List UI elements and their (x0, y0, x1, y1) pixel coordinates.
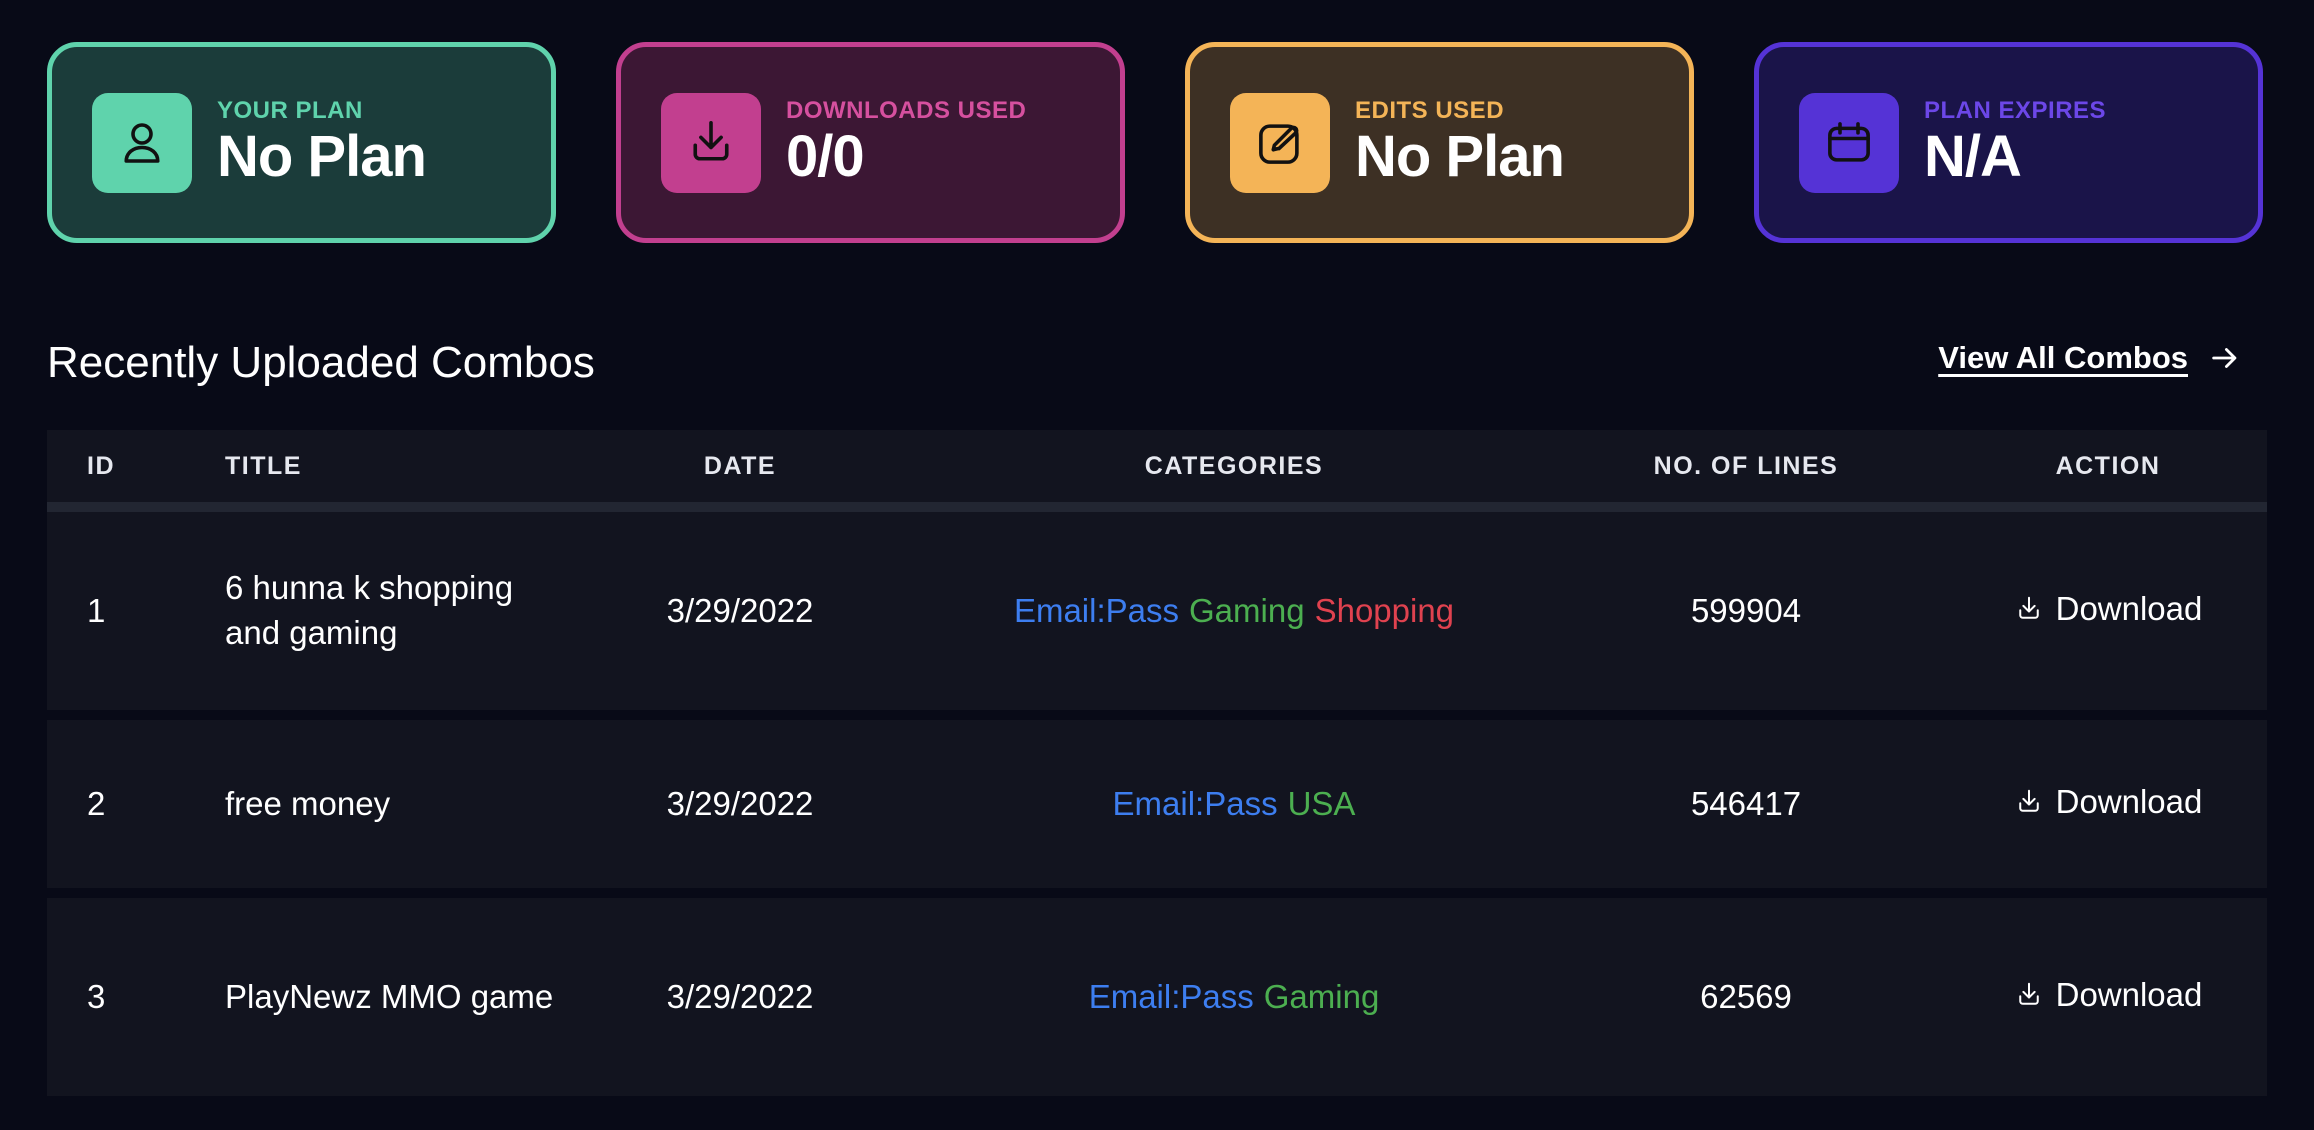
plan-expires-value: N/A (1924, 124, 2022, 190)
user-icon (92, 92, 192, 193)
view-all-combos-link[interactable]: View All Combos (1938, 340, 2242, 376)
download-label: Download (2055, 782, 2203, 820)
row-categories: Email:Pass USA (925, 782, 1543, 827)
row-action: Download (1949, 780, 2267, 829)
download-icon (2018, 596, 2039, 619)
header-title: TITLE (225, 451, 302, 480)
category-tag[interactable]: Shopping (1315, 592, 1454, 629)
calendar-icon (1799, 92, 1899, 193)
row-id: 1 (87, 591, 106, 629)
view-all-combos-label: View All Combos (1938, 340, 2188, 375)
edits-used-card: EDITS USED No Plan (1185, 42, 1694, 243)
row-id: 3 (87, 977, 106, 1015)
row-lines: 62569 (1700, 977, 1792, 1015)
your-plan-label: YOUR PLAN (217, 97, 363, 125)
plan-expires-label: PLAN EXPIRES (1924, 97, 2107, 125)
plan-expires-card: PLAN EXPIRES N/A (1754, 42, 2263, 243)
row-lines: 599904 (1690, 591, 1802, 629)
downloads-used-value: 0/0 (786, 124, 865, 190)
row-date: 3/29/2022 (666, 977, 814, 1015)
download-icon (661, 92, 761, 193)
category-tag[interactable]: Gaming (1189, 592, 1305, 629)
download-icon (2018, 789, 2039, 812)
category-tag[interactable]: Email:Pass (1113, 785, 1278, 822)
row-date: 3/29/2022 (666, 591, 814, 629)
your-plan-card: YOUR PLAN No Plan (47, 42, 556, 243)
category-tag[interactable]: Email:Pass (1014, 592, 1179, 629)
category-tag[interactable]: Email:Pass (1089, 978, 1254, 1015)
download-icon (2018, 982, 2039, 1005)
arrow-right-icon (2212, 348, 2237, 368)
table-row: 1 6 hunna k shopping and gaming 3/29/202… (47, 512, 2267, 710)
stats-row: YOUR PLAN No Plan DOWNLOADS USED 0/0 EDI… (47, 42, 2263, 243)
header-lines: NO. OF LINES (1653, 451, 1839, 480)
row-title: PlayNewz MMO game (225, 977, 554, 1015)
download-label: Download (2055, 589, 2203, 627)
row-lines: 546417 (1690, 784, 1802, 822)
download-label: Download (2055, 975, 2203, 1013)
category-tag[interactable]: Gaming (1264, 978, 1380, 1015)
row-action: Download (1949, 973, 2267, 1022)
row-id: 2 (87, 784, 106, 822)
header-date: DATE (703, 451, 777, 480)
downloads-used-label: DOWNLOADS USED (786, 97, 1027, 125)
edits-used-value: No Plan (1355, 124, 1565, 190)
row-title: 6 hunna k shopping and gaming (225, 569, 514, 651)
edits-used-label: EDITS USED (1355, 97, 1505, 125)
download-button[interactable]: Download (2014, 587, 2203, 632)
header-action: ACTION (2055, 451, 2161, 480)
table-row: 2 free money 3/29/2022 Email:Pass USA 546… (47, 720, 2267, 888)
table-row: 3 PlayNewz MMO game 3/29/2022 Email:Pass… (47, 898, 2267, 1096)
row-date: 3/29/2022 (666, 784, 814, 822)
header-id: ID (87, 451, 115, 480)
your-plan-value: No Plan (217, 124, 427, 190)
section-title: Recently Uploaded Combos (47, 338, 595, 387)
row-action: Download (1949, 587, 2267, 636)
downloads-used-card: DOWNLOADS USED 0/0 (616, 42, 1125, 243)
row-title: free money (225, 784, 391, 822)
download-button[interactable]: Download (2014, 780, 2203, 825)
row-categories: Email:Pass Gaming (925, 975, 1543, 1020)
edit-icon (1230, 92, 1330, 193)
combos-table: ID TITLE DATE CATEGORIES NO. OF LINES AC… (47, 430, 2267, 1096)
category-tag[interactable]: USA (1288, 785, 1356, 822)
header-categories: CATEGORIES (1144, 451, 1324, 480)
table-header: ID TITLE DATE CATEGORIES NO. OF LINES AC… (47, 430, 2267, 512)
row-categories: Email:Pass Gaming Shopping (925, 589, 1543, 634)
download-button[interactable]: Download (2014, 973, 2203, 1018)
